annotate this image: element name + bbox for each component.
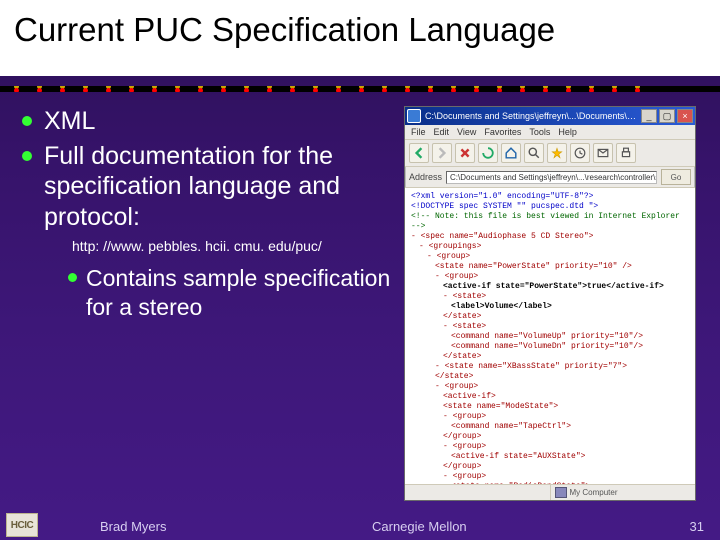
code-line: <!DOCTYPE spec SYSTEM "" pucspec.dtd ">	[411, 202, 598, 211]
toolbar-search-button[interactable]	[524, 143, 544, 163]
bullet-list-level1: XML Full documentation for the specifica…	[10, 106, 394, 232]
bullet-sample-spec: Contains sample specification for a ster…	[86, 264, 394, 322]
code-line: </state>	[411, 372, 689, 382]
browser-window: C:\Documents and Settings\jeffreyn\...\D…	[404, 106, 696, 501]
code-line: <command name="VolumeDn" priority="10"/>	[411, 342, 689, 352]
code-line: <label>Volume</label>	[411, 302, 689, 312]
address-go-button[interactable]: Go	[661, 169, 691, 185]
code-line: <command name="TapeCtrl">	[411, 422, 689, 432]
bullet-list-level2: Contains sample specification for a ster…	[68, 264, 394, 322]
slide: Current PUC Specification Language XML F…	[0, 0, 720, 540]
toolbar-stop-button[interactable]	[455, 143, 475, 163]
menu-bar: File Edit View Favorites Tools Help	[405, 125, 695, 140]
window-titlebar: C:\Documents and Settings\jeffreyn\...\D…	[405, 107, 695, 125]
toolbar	[405, 140, 695, 167]
toolbar-history-button[interactable]	[570, 143, 590, 163]
code-line: <active-if state="AUXState">	[411, 452, 689, 462]
status-cell-left	[405, 485, 551, 500]
window-minimize-button[interactable]: _	[641, 109, 657, 123]
code-line: - <state>	[411, 292, 689, 302]
code-comment: <!-- Note: this file is best viewed in I…	[411, 212, 680, 231]
my-computer-icon	[555, 487, 567, 498]
hcic-logo: HCIC	[6, 513, 38, 537]
bullet-documentation: Full documentation for the specification…	[44, 141, 394, 233]
footer-author: Brad Myers	[100, 519, 166, 534]
code-line: <command name="VolumeUp" priority="10"/>	[411, 332, 689, 342]
code-line: </state>	[411, 312, 689, 322]
url-text: http: //www. pebbles. hcii. cmu. edu/puc…	[72, 238, 394, 254]
code-line: </group>	[411, 432, 689, 442]
menu-favorites[interactable]: Favorites	[484, 127, 521, 137]
code-line: - <spec name="Audiophase 5 CD Stereo">	[411, 232, 593, 241]
divider-strip	[0, 86, 720, 92]
footer-page-number: 31	[690, 519, 704, 534]
code-line: </group>	[411, 462, 689, 472]
status-cell-right: My Computer	[551, 485, 696, 500]
code-line: - <group>	[411, 382, 689, 392]
code-line: <?xml version="1.0" encoding="UTF-8"?>	[411, 192, 593, 201]
toolbar-mail-button[interactable]	[593, 143, 613, 163]
menu-edit[interactable]: Edit	[434, 127, 450, 137]
menu-tools[interactable]: Tools	[529, 127, 550, 137]
window-app-icon	[407, 109, 421, 123]
toolbar-back-button[interactable]	[409, 143, 429, 163]
menu-help[interactable]: Help	[558, 127, 577, 137]
status-text: My Computer	[570, 488, 618, 497]
toolbar-home-button[interactable]	[501, 143, 521, 163]
code-line: - <group>	[411, 412, 689, 422]
code-line: - <group>	[411, 472, 689, 482]
address-bar: Address C:\Documents and Settings\jeffre…	[405, 167, 695, 188]
toolbar-favorites-button[interactable]	[547, 143, 567, 163]
xml-document-view: <?xml version="1.0" encoding="UTF-8"?> <…	[405, 188, 695, 484]
footer-org: Carnegie Mellon	[372, 519, 467, 534]
status-bar: My Computer	[405, 484, 695, 500]
toolbar-forward-button[interactable]	[432, 143, 452, 163]
code-line: - <groupings>	[411, 242, 689, 252]
address-label: Address	[409, 172, 442, 182]
code-line: - <group>	[411, 442, 689, 452]
menu-view[interactable]: View	[457, 127, 476, 137]
code-line: </state>	[411, 352, 689, 362]
sub-content: http: //www. pebbles. hcii. cmu. edu/puc…	[10, 238, 394, 322]
window-title-text: C:\Documents and Settings\jeffreyn\...\D…	[425, 111, 637, 121]
code-line: <active-if state="PowerState">true</acti…	[411, 282, 689, 292]
code-line: <active-if>	[411, 392, 689, 402]
footer: HCIC Brad Myers Carnegie Mellon 31	[0, 510, 720, 540]
address-field[interactable]: C:\Documents and Settings\jeffreyn\...\r…	[446, 171, 657, 184]
screenshot-column: C:\Documents and Settings\jeffreyn\...\D…	[400, 98, 720, 508]
window-close-button[interactable]: ×	[677, 109, 693, 123]
code-line: - <group>	[411, 272, 689, 282]
window-maximize-button[interactable]: ▢	[659, 109, 675, 123]
menu-file[interactable]: File	[411, 127, 426, 137]
code-line: - <group>	[411, 252, 689, 262]
toolbar-print-button[interactable]	[616, 143, 636, 163]
code-line: - <state name="XBassState" priority="7">	[411, 362, 689, 372]
bullet-xml: XML	[44, 106, 394, 137]
code-line: - <state>	[411, 322, 689, 332]
body: XML Full documentation for the specifica…	[0, 98, 720, 508]
slide-title: Current PUC Specification Language	[14, 12, 706, 48]
text-column: XML Full documentation for the specifica…	[0, 98, 400, 508]
title-region: Current PUC Specification Language	[0, 0, 720, 76]
code-line: <state name="PowerState" priority="10" /…	[411, 262, 689, 272]
code-line: <state name="ModeState">	[411, 402, 689, 412]
toolbar-refresh-button[interactable]	[478, 143, 498, 163]
